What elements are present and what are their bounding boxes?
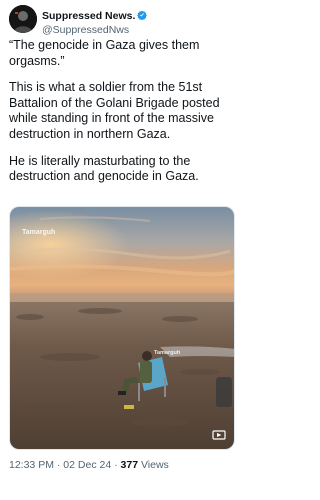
tweet-media[interactable]: Tamarguh Tamarguh [9,206,235,450]
views-label: Views [140,459,169,471]
meta-separator: · [114,459,118,471]
media-watermark: Tamarguh [22,229,56,236]
views-count[interactable]: 377 [121,459,139,471]
tweet-date[interactable]: 02 Dec 24 [63,459,111,471]
tweet-time[interactable]: 12:33 PM [9,459,54,471]
video-icon[interactable] [212,429,226,441]
avatar-image [9,5,37,33]
tweet-header: Suppressed News. @SuppressedNws [9,5,235,37]
handle[interactable]: @SuppressedNws [42,24,147,37]
tweet-paragraph: This is what a soldier from the 51st Bat… [9,80,220,141]
tweet-text: “The genocide in Gaza gives them orgasms… [9,38,235,196]
tweet-paragraph: “The genocide in Gaza gives them orgasms… [9,38,200,68]
meta-separator: · [56,459,61,471]
tweet-meta: 12:33 PM · 02 Dec 24 · 377 Views [9,459,169,472]
tweet-paragraph: He is literally masturbating to the dest… [9,153,199,184]
avatar[interactable] [9,5,37,33]
media-photo [10,207,234,449]
display-name[interactable]: Suppressed News. [42,10,135,23]
media-watermark-small: Tamarguh [154,350,181,356]
verified-badge-icon [137,10,148,20]
